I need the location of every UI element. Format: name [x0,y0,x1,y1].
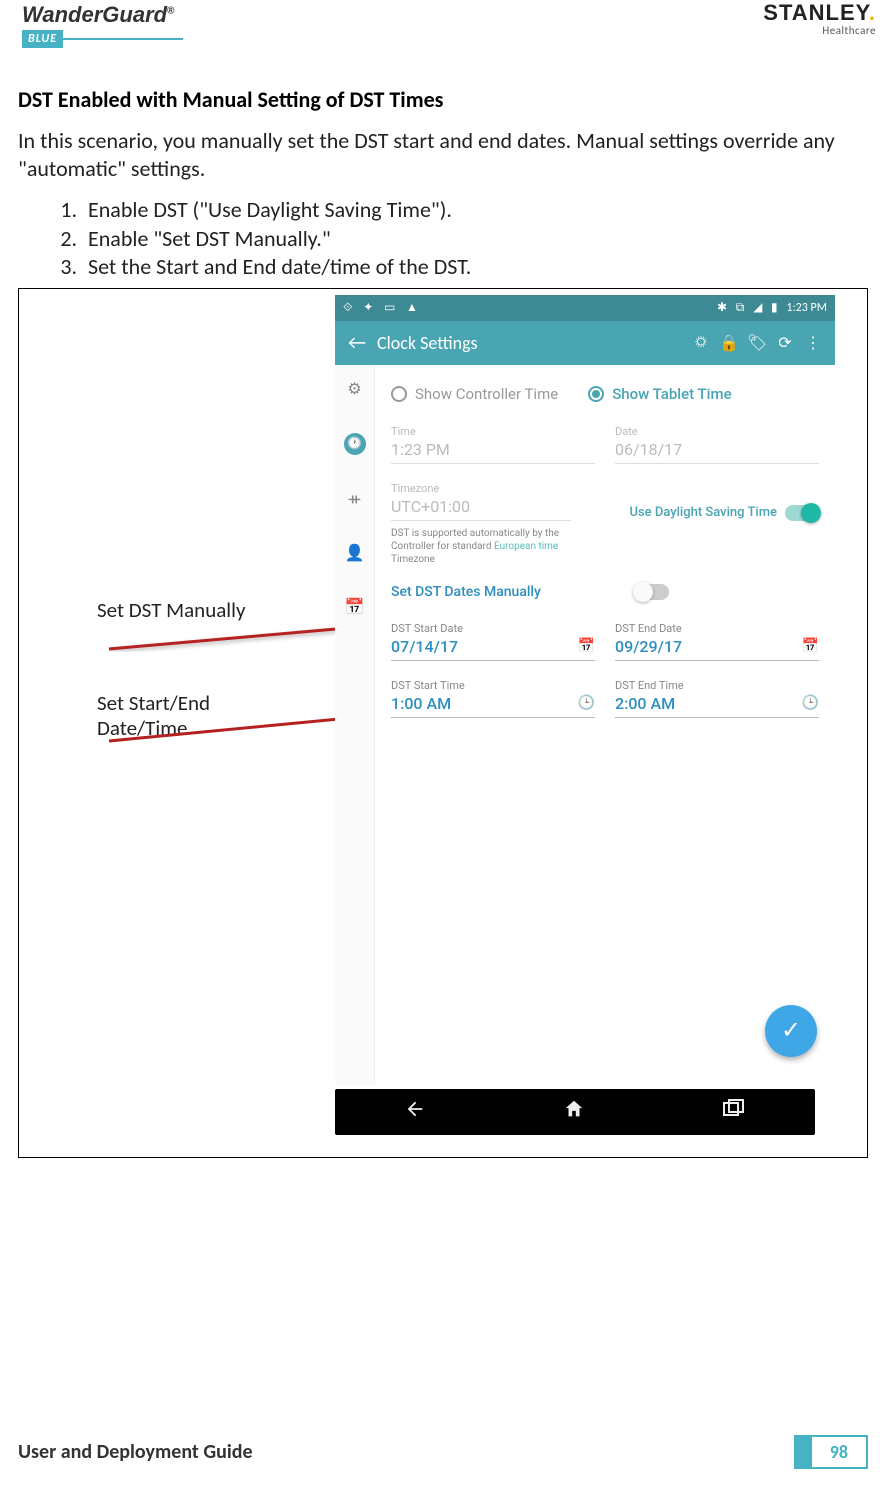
dst-start-time-value: 1:00 AM [391,694,451,713]
image-icon: ▭ [384,301,395,315]
wifi-icon: ⧉ [736,301,745,315]
dst-start-date-field[interactable]: DST Start Date 07/14/17 📅 [391,622,595,661]
set-dst-manually-label: Set DST Dates Manually [391,584,541,600]
set-dst-manually-row: Set DST Dates Manually [391,584,819,600]
calendar-picker-icon: 📅 [578,638,595,654]
use-dst-label: Use Daylight Saving Time [629,505,777,520]
side-rail: ⚙ 🕐 ᚑ 👤 📅 [335,365,375,1085]
radio-tablet-label: Show Tablet Time [612,385,731,403]
dst-start-time-field[interactable]: DST Start Time 1:00 AM 🕒 [391,679,595,718]
tree-icon[interactable]: ᚑ [349,489,360,509]
step-2: Enable "Set DST Manually." [82,225,868,254]
timezone-label: Timezone [391,482,571,495]
step-1: Enable DST ("Use Daylight Saving Time"). [82,196,868,225]
wanderguard-word: WanderGuard® [22,2,174,27]
steps-list: Enable DST ("Use Daylight Saving Time").… [82,196,868,282]
time-source-radio-row: Show Controller Time Show Tablet Time [391,385,819,403]
step-3: Set the Start and End date/time of the D… [82,253,868,282]
more-icon[interactable]: ⋮ [799,333,827,353]
section-title: DST Enabled with Manual Setting of DST T… [18,86,868,113]
time-date-row: Time 1:23 PM Date 06/18/17 [391,425,819,464]
stanley-logo: STANLEY. Healthcare [763,0,876,37]
time-field: Time 1:23 PM [391,425,595,464]
page-header: WanderGuard® BLUE STANLEY. Healthcare [0,0,886,56]
sync-icon: ✦ [363,301,373,315]
confirm-fab[interactable]: ✓ [765,1005,817,1057]
time-value: 1:23 PM [391,440,595,464]
radio-controller-time[interactable]: Show Controller Time [391,385,558,403]
date-value: 06/18/17 [615,440,819,464]
use-dst-switch[interactable] [785,505,819,521]
refresh-icon[interactable]: ⟳ [771,333,799,353]
android-status-bar: ⟐ ✦ ▭ ▲ ✱ ⧉ ◢ ▮ 1:23 PM [335,295,835,321]
person-icon[interactable]: 👤 [345,543,365,563]
use-dst-toggle-row: Use Daylight Saving Time [591,505,819,521]
dst-end-time-label: DST End Time [615,679,819,692]
back-button[interactable]: ← [343,331,371,355]
timezone-field: Timezone UTC+01:00 [391,482,571,521]
dst-start-time-label: DST Start Time [391,679,595,692]
figure-frame: Set DST Manually Set Start/EndDate/Time … [18,288,868,1158]
dst-end-time-field[interactable]: DST End Time 2:00 AM 🕒 [615,679,819,718]
logo-underline [63,38,183,40]
intro-paragraph: In this scenario, you manually set the D… [18,127,868,182]
dst-end-time-value: 2:00 AM [615,694,675,713]
clock-icon[interactable]: 🕐 [344,433,366,455]
timezone-row: Timezone UTC+01:00 Use Daylight Saving T… [391,482,819,521]
timezone-value: UTC+01:00 [391,497,571,521]
footer-page-number: 98 [794,1435,868,1469]
time-label: Time [391,425,595,438]
clock-picker-icon: 🕒 [578,695,595,711]
nav-home-button[interactable] [563,1098,585,1126]
european-time-link[interactable]: European time [494,541,558,552]
stanley-word: STANLEY. [763,0,876,26]
gear-icon[interactable]: ⚙ [347,379,361,399]
date-field: Date 06/18/17 [615,425,819,464]
calendar-picker-icon: 📅 [802,638,819,654]
dst-end-date-value: 09/29/17 [615,637,682,656]
wanderguard-logo: WanderGuard® [22,2,174,28]
battery-icon: ▮ [771,301,778,315]
footer-guide-title: User and Deployment Guide [18,1440,253,1464]
wanderguard-blue-bar: BLUE [22,30,183,48]
set-dst-manually-switch[interactable] [635,584,669,600]
clock-picker-icon: 🕒 [802,695,819,711]
tag-icon[interactable]: 🏷 [743,333,771,353]
brightness-icon[interactable]: ☼ [687,333,715,352]
dst-start-date-label: DST Start Date [391,622,595,635]
phone-body: ⚙ 🕐 ᚑ 👤 📅 Show Controller Time Show Tabl… [335,365,835,1085]
radio-tablet-time[interactable]: Show Tablet Time [588,385,731,403]
date-label: Date [615,425,819,438]
status-left-icons: ⟐ ✦ ▭ ▲ [343,300,426,315]
dst-end-date-field[interactable]: DST End Date 09/29/17 📅 [615,622,819,661]
appbar-title: Clock Settings [371,332,687,354]
bluetooth-icon: ✱ [717,301,727,315]
bluetooth-icon: ⟐ [343,301,352,315]
dst-start-date-value: 07/14/17 [391,637,458,656]
settings-pane: Show Controller Time Show Tablet Time Ti… [375,365,835,1085]
lock-icon[interactable]: 🔒 [715,333,743,353]
status-time: 1:23 PM [786,301,827,315]
nav-back-button[interactable] [404,1098,426,1126]
dst-time-row: DST Start Time 1:00 AM 🕒 DST End Time 2:0… [391,679,819,718]
radio-circle-icon [391,386,407,402]
status-right-icons: ✱ ⧉ ◢ ▮ 1:23 PM [711,300,827,315]
nav-recent-button[interactable] [722,1099,746,1125]
wanderguard-blue-text: BLUE [22,30,63,48]
dst-date-row: DST Start Date 07/14/17 📅 DST End Date 09… [391,622,819,661]
page-footer: User and Deployment Guide 98 [18,1435,868,1469]
dst-end-date-label: DST End Date [615,622,819,635]
content: DST Enabled with Manual Setting of DST T… [0,56,886,282]
radio-circle-icon [588,386,604,402]
signal-icon: ◢ [753,301,762,315]
app-bar: ← Clock Settings ☼ 🔒 🏷 ⟳ ⋮ [335,321,835,365]
warning-icon: ▲ [406,301,418,315]
calendar-icon[interactable]: 📅 [345,597,365,617]
android-nav-bar [335,1089,815,1135]
dst-support-note: DST is supported automatically by the Co… [391,527,571,566]
radio-controller-label: Show Controller Time [415,385,558,403]
phone-mock: ⟐ ✦ ▭ ▲ ✱ ⧉ ◢ ▮ 1:23 PM ← Clock Settings… [335,295,835,1135]
